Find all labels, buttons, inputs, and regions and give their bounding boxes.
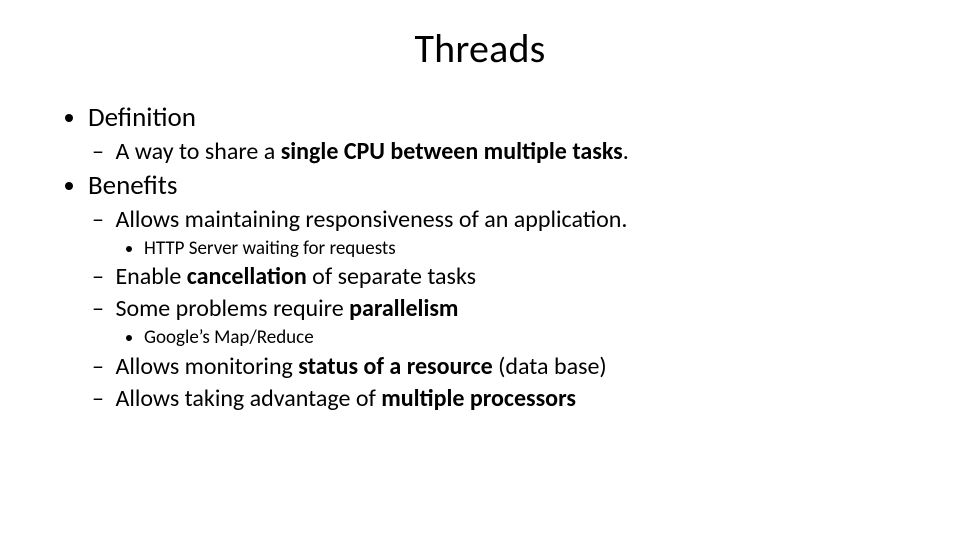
benefits-item-parallelism: Some problems require parallelism Google… (110, 294, 900, 350)
sublist-benefits: Allows maintaining responsiveness of an … (88, 205, 900, 415)
sub-sub-list: Google’s Map/Reduce (110, 326, 900, 350)
slide-title: Threads (60, 24, 900, 73)
text: . (623, 137, 629, 166)
definition-item-1: A way to share a single CPU between mult… (110, 137, 900, 167)
text-bold: status of a resource (298, 352, 492, 381)
benefits-item-monitoring: Allows monitoring status of a resource (… (110, 352, 900, 382)
bullet-definition-label: Definition (88, 101, 196, 134)
bullet-definition: Definition A way to share a single CPU b… (88, 101, 900, 167)
text-bold: multiple processors (381, 384, 576, 413)
text: Allows taking advantage of (115, 384, 381, 413)
example-map-reduce: Google’s Map/Reduce (144, 326, 900, 350)
text: of separate tasks (307, 262, 476, 291)
benefits-item-multiprocessor: Allows taking advantage of multiple proc… (110, 384, 900, 414)
sub-sub-list: HTTP Server waiting for requests (110, 237, 900, 261)
benefits-item-responsiveness: Allows maintaining responsiveness of an … (110, 205, 900, 261)
text: Allows monitoring (115, 352, 298, 381)
text-bold: parallelism (349, 294, 458, 323)
bullet-benefits: Benefits Allows maintaining responsivene… (88, 169, 900, 414)
slide: Threads Definition A way to share a sing… (0, 0, 960, 540)
text: Some problems require (115, 294, 349, 323)
text: A way to share a (115, 137, 280, 166)
sublist-definition: A way to share a single CPU between mult… (88, 137, 900, 167)
bullet-list: Definition A way to share a single CPU b… (60, 101, 900, 414)
text: (data base) (493, 352, 607, 381)
benefits-item-cancellation: Enable cancellation of separate tasks (110, 262, 900, 292)
text-bold: single CPU between multiple tasks (281, 137, 623, 166)
text: Allows maintaining responsiveness of an … (115, 205, 627, 234)
text: Enable (115, 262, 186, 291)
bullet-benefits-label: Benefits (88, 169, 177, 202)
text-bold: cancellation (187, 262, 307, 291)
example-http-server: HTTP Server waiting for requests (144, 237, 900, 261)
